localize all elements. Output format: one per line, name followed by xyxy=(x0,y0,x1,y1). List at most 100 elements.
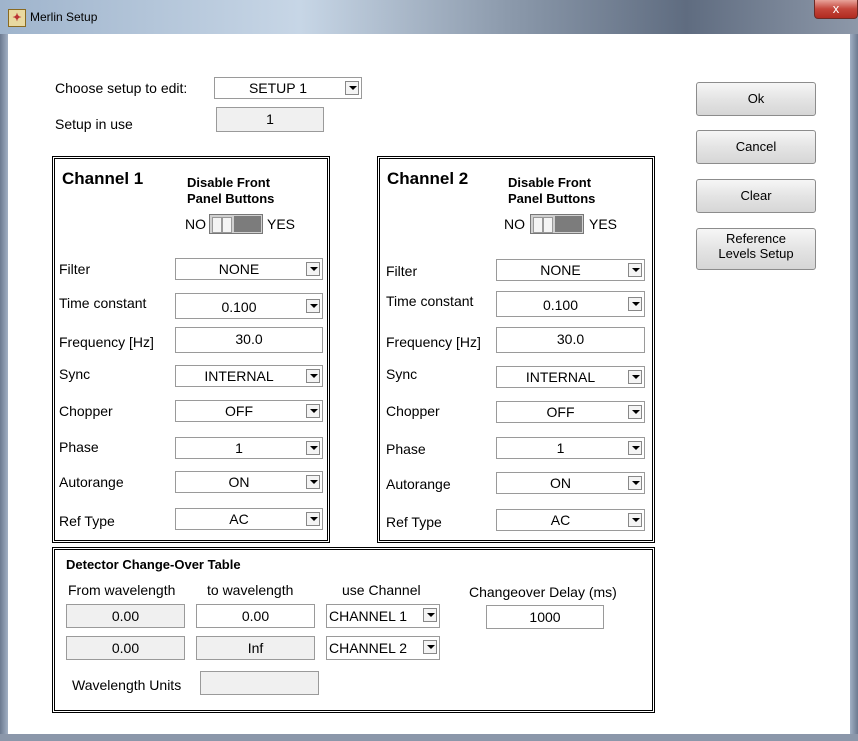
chevron-down-icon[interactable] xyxy=(628,441,642,455)
chevron-down-icon[interactable] xyxy=(306,404,320,418)
channel1-title: Channel 1 xyxy=(62,169,144,188)
row1-channel-select[interactable]: CHANNEL 1 xyxy=(326,604,440,628)
choose-setup-label: Choose setup to edit: xyxy=(55,80,188,96)
channel1-disable-label: Disable Front Panel Buttons xyxy=(187,175,274,207)
detector-title: Detector Change-Over Table xyxy=(66,557,241,572)
setup-in-use-label: Setup in use xyxy=(55,116,133,132)
detector-panel: Detector Change-Over Table From waveleng… xyxy=(52,547,655,713)
chevron-down-icon[interactable] xyxy=(306,475,320,489)
channel2-disable-toggle[interactable] xyxy=(530,214,584,234)
channel1-disable-line2: Panel Buttons xyxy=(187,191,275,206)
channel2-autorange-label: Autorange xyxy=(386,476,451,492)
channel2-disable-line1: Disable Front xyxy=(508,175,592,190)
channel2-autorange-select[interactable]: ON xyxy=(496,472,645,494)
chevron-down-icon[interactable] xyxy=(628,297,642,311)
channel2-panel: Channel 2 Disable Front Panel Buttons NO… xyxy=(377,156,655,543)
channel1-autorange-label: Autorange xyxy=(59,474,124,490)
chevron-down-icon[interactable] xyxy=(306,299,320,313)
chevron-down-icon[interactable] xyxy=(306,369,320,383)
channel1-disable-line1: Disable Front xyxy=(187,175,271,190)
channel1-reftype-select[interactable]: AC xyxy=(175,508,323,530)
channel1-sync-label: Sync xyxy=(59,366,91,382)
channel1-panel: Channel 1 Disable Front Panel Buttons NO… xyxy=(52,156,330,543)
setup-select-value: SETUP 1 xyxy=(248,80,308,96)
chevron-down-icon[interactable] xyxy=(306,512,320,526)
channel1-chopper-label: Chopper xyxy=(59,403,113,419)
channel1-phase-select[interactable]: 1 xyxy=(175,437,323,459)
channel2-sync-select[interactable]: INTERNAL xyxy=(496,366,645,388)
chevron-down-icon[interactable] xyxy=(628,476,642,490)
channel2-autorange-value: ON xyxy=(550,475,571,491)
channel1-filter-select[interactable]: NONE xyxy=(175,258,323,280)
channel2-disable-line2: Panel Buttons xyxy=(508,191,596,206)
channel1-filter-label: Filter xyxy=(59,261,91,277)
chevron-down-icon[interactable] xyxy=(423,640,437,654)
clear-button[interactable]: Clear xyxy=(696,179,816,213)
close-button[interactable]: x xyxy=(814,0,858,19)
channel2-phase-label: Phase xyxy=(386,441,426,457)
setup-select[interactable]: SETUP 1 xyxy=(214,77,362,99)
chevron-down-icon[interactable] xyxy=(423,608,437,622)
channel2-chopper-select[interactable]: OFF xyxy=(496,401,645,423)
channel2-tc-label: Time constant xyxy=(386,293,474,309)
channel1-sync-select[interactable]: INTERNAL xyxy=(175,365,323,387)
row1-to-input[interactable]: 0.00 xyxy=(196,604,315,628)
chevron-down-icon[interactable] xyxy=(306,441,320,455)
channel1-chopper-select[interactable]: OFF xyxy=(175,400,323,422)
window-frame-right xyxy=(850,34,858,741)
channel2-phase-select[interactable]: 1 xyxy=(496,437,645,459)
reference-label-line1: Reference xyxy=(726,231,786,246)
channel2-tc-select[interactable]: 0.100 xyxy=(496,291,645,317)
cancel-button[interactable]: Cancel xyxy=(696,130,816,164)
row2-channel-value: CHANNEL 2 xyxy=(329,640,408,656)
ok-button[interactable]: Ok xyxy=(696,82,816,116)
chevron-down-icon[interactable] xyxy=(306,262,320,276)
reference-levels-setup-button[interactable]: Reference Levels Setup xyxy=(696,228,816,270)
row2-channel-select[interactable]: CHANNEL 2 xyxy=(326,636,440,660)
channel2-freq-input[interactable]: 30.0 xyxy=(496,327,645,353)
chevron-down-icon[interactable] xyxy=(628,370,642,384)
channel2-toggle-yes: YES xyxy=(589,216,618,232)
channel2-filter-label: Filter xyxy=(386,263,418,279)
dialog-client-area: Choose setup to edit: SETUP 1 Setup in u… xyxy=(8,34,850,734)
toggle-knob xyxy=(543,217,553,233)
channel1-disable-toggle[interactable] xyxy=(209,214,263,234)
channel2-chopper-label: Chopper xyxy=(386,403,440,419)
reference-label-line2: Levels Setup xyxy=(718,246,794,261)
channel1-phase-value: 1 xyxy=(235,440,243,456)
channel2-filter-select[interactable]: NONE xyxy=(496,259,645,281)
setup-in-use-value: 1 xyxy=(216,107,324,132)
row1-channel-value: CHANNEL 1 xyxy=(329,608,408,624)
channel1-filter-value: NONE xyxy=(218,261,260,277)
wavelength-units-label: Wavelength Units xyxy=(72,677,182,693)
window-title: Merlin Setup xyxy=(30,10,98,24)
col-to-header: to wavelength xyxy=(207,582,294,598)
title-bar xyxy=(0,0,858,34)
channel2-reftype-select[interactable]: AC xyxy=(496,509,645,531)
window-frame-bottom xyxy=(0,734,858,741)
channel2-tc-value: 0.100 xyxy=(542,297,579,313)
channel1-chopper-value: OFF xyxy=(225,403,253,419)
channel2-freq-label: Frequency [Hz] xyxy=(386,334,481,350)
toggle-fill xyxy=(555,216,582,232)
channel1-autorange-select[interactable]: ON xyxy=(175,471,323,493)
channel1-sync-value: INTERNAL xyxy=(204,368,274,384)
row1-from: 0.00 xyxy=(66,604,185,628)
chevron-down-icon[interactable] xyxy=(345,81,359,95)
channel1-freq-input[interactable]: 30.0 xyxy=(175,327,323,353)
chevron-down-icon[interactable] xyxy=(628,513,642,527)
chevron-down-icon[interactable] xyxy=(628,263,642,277)
wavelength-units-field[interactable] xyxy=(200,671,319,695)
channel1-tc-label: Time constant xyxy=(59,295,147,311)
channel1-autorange-value: ON xyxy=(228,474,250,490)
chevron-down-icon[interactable] xyxy=(628,405,642,419)
channel2-disable-label: Disable Front Panel Buttons xyxy=(508,175,595,207)
app-icon: ✦ xyxy=(8,9,26,27)
toggle-knob xyxy=(533,217,543,233)
channel2-sync-value: INTERNAL xyxy=(525,369,596,385)
row2-to: Inf xyxy=(196,636,315,660)
col-channel-header: use Channel xyxy=(342,582,421,598)
channel1-freq-label: Frequency [Hz] xyxy=(59,334,154,350)
delay-input[interactable]: 1000 xyxy=(486,605,604,629)
channel1-tc-select[interactable]: 0.100 xyxy=(175,293,323,319)
